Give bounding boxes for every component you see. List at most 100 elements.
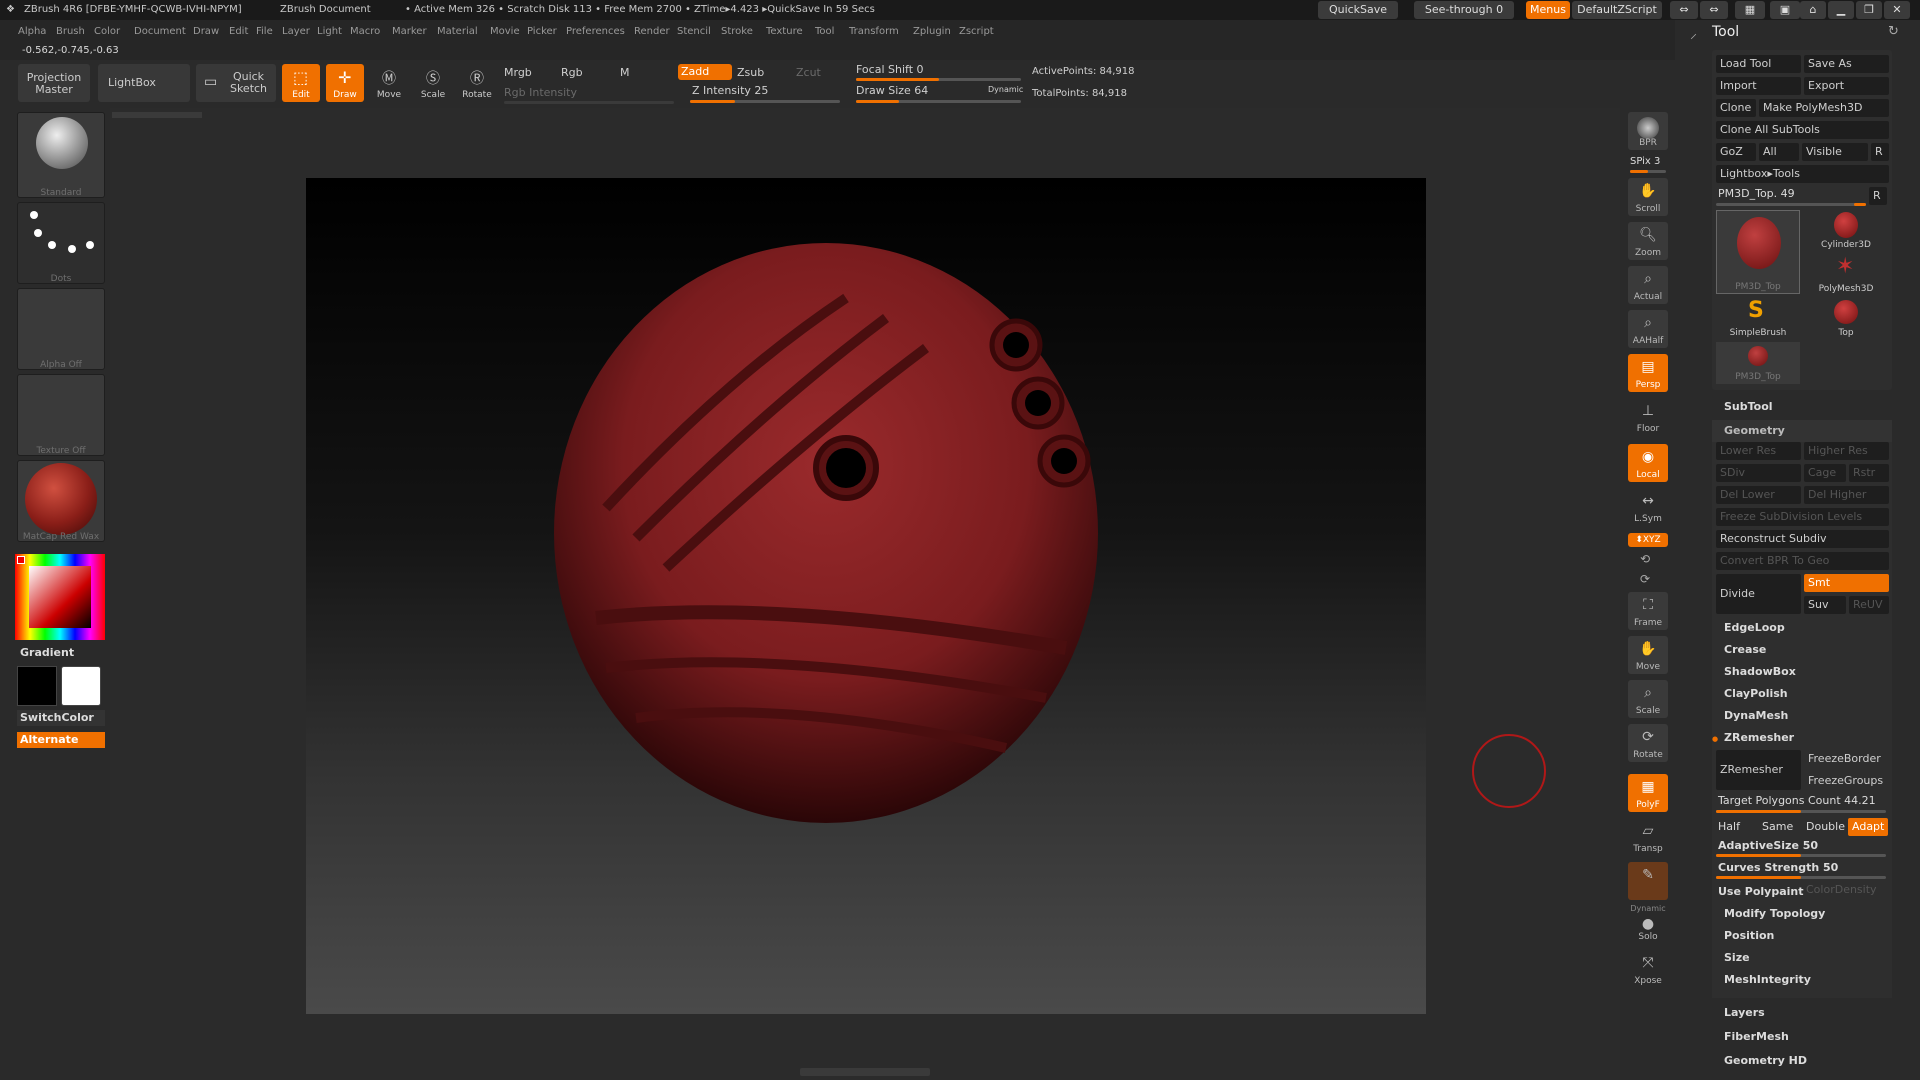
goz-visible-button[interactable]: Visible xyxy=(1802,143,1868,161)
export-button[interactable]: Export xyxy=(1804,77,1889,95)
modify-topology-section[interactable]: Modify Topology xyxy=(1720,904,1890,924)
adapt-toggle[interactable]: Adapt xyxy=(1848,818,1888,836)
higher-res-button[interactable]: Higher Res xyxy=(1804,442,1889,460)
subtool-section[interactable]: SubTool xyxy=(1724,400,1773,413)
scale-button[interactable]: Ⓢ Scale xyxy=(414,64,452,102)
goz-all-button[interactable]: All xyxy=(1759,143,1799,161)
quick-sketch-button[interactable]: ▭ Quick Sketch xyxy=(196,64,276,102)
adaptive-size-track[interactable] xyxy=(1716,854,1886,857)
solo-button[interactable]: ● Solo xyxy=(1628,914,1668,944)
spix-slider[interactable]: SPix 3 xyxy=(1630,156,1660,167)
tool-r-button[interactable]: R xyxy=(1869,187,1887,205)
zremesher-section[interactable]: ZRemesher xyxy=(1720,728,1890,748)
canvas-scrollbar[interactable] xyxy=(112,112,202,118)
mrgb-button[interactable]: Mrgb xyxy=(504,66,532,79)
rotate-button[interactable]: Ⓡ Rotate xyxy=(458,64,496,102)
focal-shift-track[interactable] xyxy=(856,78,1021,81)
dynamesh-section[interactable]: DynaMesh xyxy=(1720,706,1890,726)
tool-thumb-top[interactable]: Top xyxy=(1804,298,1888,340)
convert-bpr-button[interactable]: Convert BPR To Geo xyxy=(1716,552,1889,570)
color-density-slider[interactable]: ColorDensity xyxy=(1806,883,1877,896)
brush-selector[interactable]: Standard xyxy=(17,112,105,198)
layout-arrows-icon[interactable]: ⇔ xyxy=(1700,1,1728,19)
color-picker[interactable] xyxy=(15,554,105,640)
stroke-selector[interactable]: Dots xyxy=(17,202,105,284)
rgb-intensity-track[interactable] xyxy=(504,101,674,104)
crease-section[interactable]: Crease xyxy=(1720,640,1890,660)
move-view-button[interactable]: ✋ Move xyxy=(1628,636,1668,674)
ui-icon[interactable]: ▦ xyxy=(1735,1,1765,19)
tool-panel-title[interactable]: Tool xyxy=(1712,24,1739,40)
curves-strength-slider[interactable]: Curves Strength 50 xyxy=(1718,861,1838,874)
quicksave-button[interactable]: QuickSave xyxy=(1318,1,1398,19)
clone-all-subtools-button[interactable]: Clone All SubTools xyxy=(1716,121,1889,139)
reconstruct-subdiv-button[interactable]: Reconstruct Subdiv xyxy=(1716,530,1889,548)
same-button[interactable]: Same xyxy=(1762,820,1793,833)
rstr-button[interactable]: Rstr xyxy=(1849,464,1889,482)
double-button[interactable]: Double xyxy=(1806,820,1845,833)
texture-selector[interactable]: Texture Off xyxy=(17,374,105,456)
menu-macro[interactable]: Macro xyxy=(350,26,380,37)
reuv-button[interactable]: ReUV xyxy=(1849,596,1889,614)
lsym-button[interactable]: ↔ L.Sym xyxy=(1628,488,1668,526)
tool-slider-track[interactable] xyxy=(1716,203,1866,206)
menu-file[interactable]: File xyxy=(256,26,273,37)
menus-toggle[interactable]: Menus xyxy=(1526,1,1570,19)
secondary-color-swatch[interactable] xyxy=(61,666,101,706)
tool-thumb-pm3d-2[interactable]: PM3D_Top xyxy=(1716,342,1800,384)
ui-icon[interactable]: ▣ xyxy=(1770,1,1800,19)
menu-zscript[interactable]: Zscript xyxy=(959,26,994,37)
target-polygons-slider[interactable]: Target Polygons Count 44.21 xyxy=(1718,794,1876,807)
dynamic-toggle[interactable]: Dynamic xyxy=(988,85,1023,94)
freeze-subdiv-button[interactable]: Freeze SubDivision Levels xyxy=(1716,508,1889,526)
edit-button[interactable]: ⬚ Edit xyxy=(282,64,320,102)
material-selector[interactable]: MatCap Red Wax xyxy=(17,460,105,542)
color-square[interactable] xyxy=(29,566,91,628)
position-section[interactable]: Position xyxy=(1720,926,1890,946)
alpha-selector[interactable]: Alpha Off xyxy=(17,288,105,370)
layers-section[interactable]: Layers xyxy=(1724,1006,1765,1019)
polyf-button[interactable]: ▦ PolyF xyxy=(1628,774,1668,812)
bpr-button[interactable]: BPR xyxy=(1628,112,1668,150)
load-tool-button[interactable]: Load Tool xyxy=(1716,55,1801,73)
m-button[interactable]: M xyxy=(620,66,630,79)
use-polypaint-toggle[interactable]: Use Polypaint xyxy=(1718,885,1804,898)
focal-shift-slider[interactable]: Focal Shift 0 xyxy=(856,63,924,76)
rgb-button[interactable]: Rgb xyxy=(561,66,583,79)
lock-icon[interactable]: ⌂ xyxy=(1800,1,1826,19)
xpose-button[interactable]: ⤧ Xpose xyxy=(1628,950,1668,988)
refresh-icon[interactable]: ↻ xyxy=(1888,24,1899,39)
rgb-intensity-slider[interactable]: Rgb Intensity xyxy=(504,86,577,99)
divide-button[interactable]: Divide xyxy=(1716,574,1801,614)
switch-color-button[interactable]: SwitchColor xyxy=(17,710,105,726)
import-button[interactable]: Import xyxy=(1716,77,1801,95)
alternate-button[interactable]: Alternate xyxy=(17,732,105,748)
tool-thumb-polymesh[interactable]: ✶ PolyMesh3D xyxy=(1804,254,1888,296)
target-polygons-track[interactable] xyxy=(1716,810,1886,813)
meshintegrity-section[interactable]: MeshIntegrity xyxy=(1720,970,1890,990)
menu-texture[interactable]: Texture xyxy=(766,26,803,37)
cage-button[interactable]: Cage xyxy=(1804,464,1846,482)
move-button[interactable]: Ⓜ Move xyxy=(370,64,408,102)
close-icon[interactable]: ✕ xyxy=(1884,1,1910,19)
scroll-button[interactable]: ✋ Scroll xyxy=(1628,178,1668,216)
menu-brush[interactable]: Brush xyxy=(56,26,85,37)
clone-button[interactable]: Clone xyxy=(1716,99,1756,117)
menu-document[interactable]: Document xyxy=(134,26,186,37)
menu-zplugin[interactable]: Zplugin xyxy=(913,26,951,37)
geometry-header[interactable]: Geometry xyxy=(1712,420,1892,442)
default-zscript-button[interactable]: DefaultZScript xyxy=(1572,1,1662,19)
rotate-z-icon[interactable]: ⟳ xyxy=(1640,572,1650,586)
rotate-y-icon[interactable]: ⟲ xyxy=(1640,552,1650,566)
z-intensity-track[interactable] xyxy=(690,100,840,103)
menu-transform[interactable]: Transform xyxy=(849,26,899,37)
main-color-swatch[interactable] xyxy=(17,666,57,706)
floor-button[interactable]: ⊥ Floor xyxy=(1628,398,1668,436)
smt-toggle[interactable]: Smt xyxy=(1804,574,1889,592)
xyz-button[interactable]: ⬍XYZ xyxy=(1628,533,1668,547)
make-polymesh-button[interactable]: Make PolyMesh3D xyxy=(1759,99,1889,117)
frame-button[interactable]: ⛶ Frame xyxy=(1628,592,1668,630)
scale-view-button[interactable]: ⌕ Scale xyxy=(1628,680,1668,718)
suv-toggle[interactable]: Suv xyxy=(1804,596,1846,614)
draw-size-slider[interactable]: Draw Size 64 xyxy=(856,84,928,97)
